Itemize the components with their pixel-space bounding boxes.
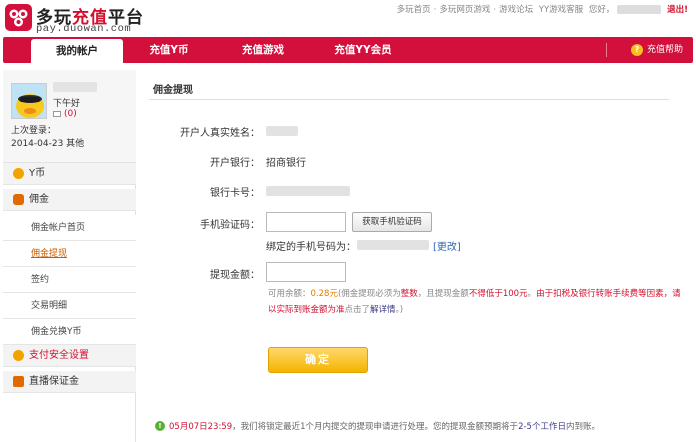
main-nav: 我的帐户 充值Y币 充值游戏 充值YY会员 ? 充值帮助 — [3, 37, 693, 63]
deposit-icon — [13, 376, 24, 387]
page-title: 佣金提现 — [153, 85, 193, 96]
change-phone-link[interactable]: [更改] — [433, 238, 461, 253]
message-indicator[interactable]: (0) — [53, 109, 77, 119]
tab-recharge-yy-vip[interactable]: 充值YY会员 — [315, 37, 411, 63]
card-label: 银行卡号： — [210, 188, 260, 199]
help-label: 充值帮助 — [646, 45, 683, 55]
confirm-button[interactable]: 确定 — [268, 347, 368, 373]
sidebar-item-exchange-ycoin[interactable]: 佣金兑换Y币 — [3, 319, 136, 345]
bank-value: 招商银行 — [266, 158, 306, 169]
avatar[interactable] — [11, 83, 47, 119]
processing-notice: ! 05月07日23:59，我们将锁定最近1个月内提交的提现申请进行处理。您的提… — [155, 420, 600, 432]
amount-input[interactable] — [266, 262, 346, 282]
last-login-value: 2014-04-23 其他 — [11, 139, 85, 149]
envelope-icon — [53, 111, 61, 117]
nav-divider — [606, 43, 607, 57]
bound-phone-label: 绑定的手机号码为： — [266, 242, 356, 253]
tab-recharge-ycoin[interactable]: 充值Y币 — [131, 37, 207, 63]
username-masked — [53, 82, 97, 92]
brand-domain: pay.duowan.com — [36, 23, 132, 35]
details-link[interactable]: 解详情 — [370, 305, 396, 315]
security-icon — [13, 350, 24, 361]
help-icon: ? — [630, 44, 643, 56]
recharge-help-link[interactable]: ? 充值帮助 — [630, 37, 683, 63]
real-name-masked — [266, 126, 298, 136]
bank-label: 开户银行： — [210, 158, 260, 169]
amount-label: 提现金额： — [210, 270, 260, 281]
greeting-masked: 您好， — [588, 5, 615, 15]
tab-my-account[interactable]: 我的帐户 — [31, 39, 123, 63]
sidebar-item-withdraw[interactable]: 佣金提现 — [3, 241, 136, 267]
title-divider — [149, 99, 669, 100]
bound-phone-masked — [357, 240, 429, 250]
coin-icon — [13, 168, 24, 179]
sidebar-item-live-deposit[interactable]: 直播保证金 — [3, 371, 136, 393]
get-sms-code-button[interactable]: 获取手机验证码 — [352, 212, 432, 232]
money-bag-icon — [13, 194, 24, 205]
sidebar-item-transactions[interactable]: 交易明细 — [3, 293, 136, 319]
top-links: 多玩首页 · 多玩网页游戏 · 游戏论坛 YY游戏客服 您好， 退出! — [396, 5, 688, 15]
tab-recharge-game[interactable]: 充值游戏 — [223, 37, 303, 63]
real-name-label: 开户人真实姓名： — [180, 128, 260, 139]
link-game-forum[interactable]: 游戏论坛 — [499, 5, 533, 15]
user-profile: 下午好 (0) 上次登录： 2014-04-23 其他 — [3, 70, 136, 163]
balance-value: 0.28元 — [310, 289, 338, 299]
withdraw-hint: 可用余额：0.28元(佣金提现必须为整数，且提现金额不得低于100元。由于扣税及… — [268, 289, 681, 315]
message-count: (0) — [64, 109, 77, 119]
link-web-games[interactable]: 多玩网页游戏 — [439, 5, 490, 15]
username-masked — [617, 5, 662, 14]
logo-mark-icon — [5, 4, 32, 31]
info-check-icon: ! — [155, 421, 165, 431]
avatar-duck-icon — [12, 84, 46, 118]
greeting-text: 下午好 — [53, 99, 81, 109]
logout-link[interactable]: 退出! — [667, 5, 688, 15]
link-yy-service[interactable]: YY游戏客服 — [539, 5, 583, 15]
code-label: 手机验证码： — [200, 220, 260, 231]
brand-logo[interactable]: 多玩充值平台 pay.duowan.com — [5, 3, 145, 35]
sms-code-input[interactable] — [266, 212, 346, 232]
card-number-masked — [266, 186, 350, 196]
sidebar-item-security[interactable]: 支付安全设置 — [3, 345, 136, 367]
link-duowan-home[interactable]: 多玩首页 — [397, 5, 431, 15]
last-login-label: 上次登录： — [11, 126, 57, 136]
